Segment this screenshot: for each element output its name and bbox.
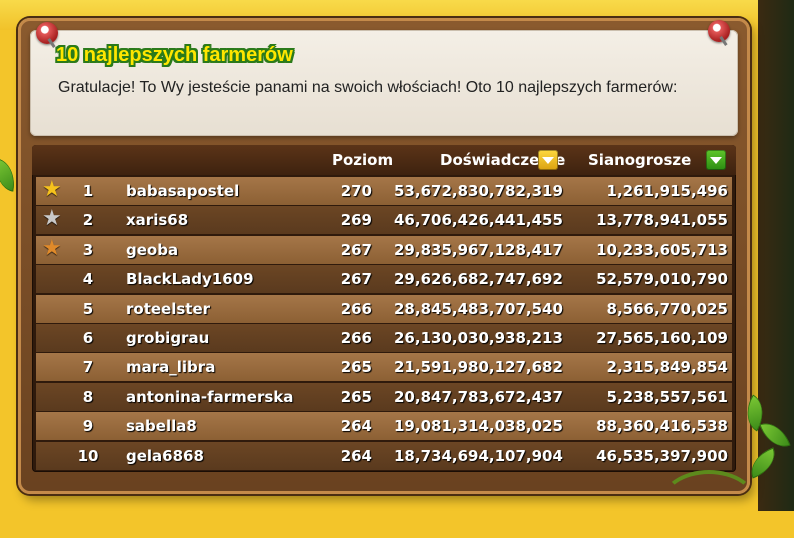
player-name-cell[interactable]: gela6868 <box>126 447 204 465</box>
table-row[interactable]: 6 grobigrau 266 26,130,030,938,213 27,565,16… <box>36 324 732 352</box>
pin-icon <box>36 22 58 44</box>
rank-cell: 3 <box>82 240 94 259</box>
player-name-cell[interactable]: mara_libra <box>126 358 215 376</box>
player-name-cell[interactable]: antonina-farmerska <box>126 388 293 406</box>
level-cell: 266 <box>340 299 372 318</box>
sort-experience-chevron-down-icon[interactable] <box>538 150 558 170</box>
coins-cell: 27,565,160,109 <box>596 329 728 347</box>
coins-cell: 2,315,849,854 <box>606 358 728 377</box>
table-row[interactable]: 10 gela6868 264 18,734,694,107,904 46,535,39… <box>36 441 732 470</box>
coins-cell: 8,566,770,025 <box>606 299 728 318</box>
gold-star-icon: ★ <box>42 177 62 202</box>
silver-star-icon: ★ <box>42 206 62 232</box>
coins-cell: 46,535,397,900 <box>596 446 728 465</box>
rank-cell: 2 <box>82 211 94 230</box>
level-cell: 266 <box>340 329 372 347</box>
rank-cell: 9 <box>82 417 94 436</box>
table-row[interactable]: 4 BlackLady1609 267 29,626,682,747,692 52,57… <box>36 265 732 294</box>
level-cell: 264 <box>340 417 372 436</box>
coins-cell: 88,360,416,538 <box>596 417 728 436</box>
table-row[interactable]: ★ 1 babasapostel 270 53,672,830,782,319 1,261… <box>36 177 732 205</box>
pin-icon <box>708 20 730 42</box>
leaderboard-table: Poziom Doświadczenie Sianogrosze ★ 1 babas… <box>32 145 736 472</box>
table-row[interactable]: 9 sabella8 264 19,081,314,038,025 88,360,416… <box>36 412 732 441</box>
rank-cell: 4 <box>82 270 94 289</box>
table-row[interactable]: ★ 3 geoba 267 29,835,967,128,417 10,233,605,7… <box>36 235 732 264</box>
coins-cell: 10,233,605,713 <box>596 240 728 259</box>
rank-cell: 5 <box>82 299 94 318</box>
leaf-icon <box>0 158 19 192</box>
rank-cell: 8 <box>82 387 94 406</box>
level-cell: 269 <box>340 211 372 230</box>
player-name-cell[interactable]: xaris68 <box>126 211 188 229</box>
coins-cell: 52,579,010,790 <box>596 270 728 289</box>
coins-cell: 13,778,941,055 <box>596 211 728 230</box>
level-cell: 270 <box>340 182 372 200</box>
experience-cell: 29,626,682,747,692 <box>394 270 563 289</box>
rank-cell: 10 <box>77 446 99 465</box>
sort-coins-chevron-down-icon[interactable] <box>706 150 726 170</box>
experience-cell: 29,835,967,128,417 <box>394 240 563 259</box>
level-cell: 267 <box>340 270 372 289</box>
player-name-cell[interactable]: sabella8 <box>126 417 197 435</box>
rank-cell: 7 <box>82 358 94 377</box>
panel-subtitle: Gratulacje! To Wy jesteście panami na sw… <box>58 79 678 96</box>
rank-cell: 6 <box>82 329 94 347</box>
player-name-cell[interactable]: BlackLady1609 <box>126 270 254 288</box>
experience-cell: 53,672,830,782,319 <box>394 182 563 200</box>
table-row[interactable]: ★ 2 xaris68 269 46,706,426,441,455 13,778,941… <box>36 206 732 235</box>
player-name-cell[interactable]: geoba <box>126 241 178 259</box>
experience-cell: 46,706,426,441,455 <box>394 211 563 230</box>
rank-cell: 1 <box>82 182 94 200</box>
level-cell: 265 <box>340 358 372 377</box>
experience-cell: 21,591,980,127,682 <box>394 358 563 377</box>
level-cell: 267 <box>340 240 372 259</box>
table-row[interactable]: 8 antonina-farmerska 265 20,847,783,672,437… <box>36 382 732 411</box>
coins-cell: 1,261,915,496 <box>606 182 728 200</box>
table-row[interactable]: 7 mara_libra 265 21,591,980,127,682 2,315,84… <box>36 353 732 382</box>
experience-cell: 18,734,694,107,904 <box>394 446 563 465</box>
level-cell: 265 <box>340 387 372 406</box>
player-name-cell[interactable]: babasapostel <box>126 182 239 200</box>
player-name-cell[interactable]: roteelster <box>126 300 210 318</box>
experience-cell: 28,845,483,707,540 <box>394 299 563 318</box>
player-name-cell[interactable]: grobigrau <box>126 329 209 347</box>
coins-cell: 5,238,557,561 <box>606 387 728 406</box>
experience-cell: 19,081,314,038,025 <box>394 417 563 436</box>
vine-decoration <box>660 470 758 538</box>
header-level: Poziom <box>332 151 394 169</box>
experience-cell: 20,847,783,672,437 <box>394 387 563 406</box>
experience-cell: 26,130,030,938,213 <box>394 329 563 347</box>
bronze-star-icon: ★ <box>42 235 62 261</box>
panel-title: 10 najlepszych farmerów <box>56 44 293 66</box>
level-cell: 264 <box>340 446 372 465</box>
header-coins: Sianogrosze <box>588 151 692 169</box>
table-header: Poziom Doświadczenie Sianogrosze <box>32 145 736 175</box>
table-row[interactable]: 5 roteelster 266 28,845,483,707,540 8,566,77… <box>36 294 732 323</box>
